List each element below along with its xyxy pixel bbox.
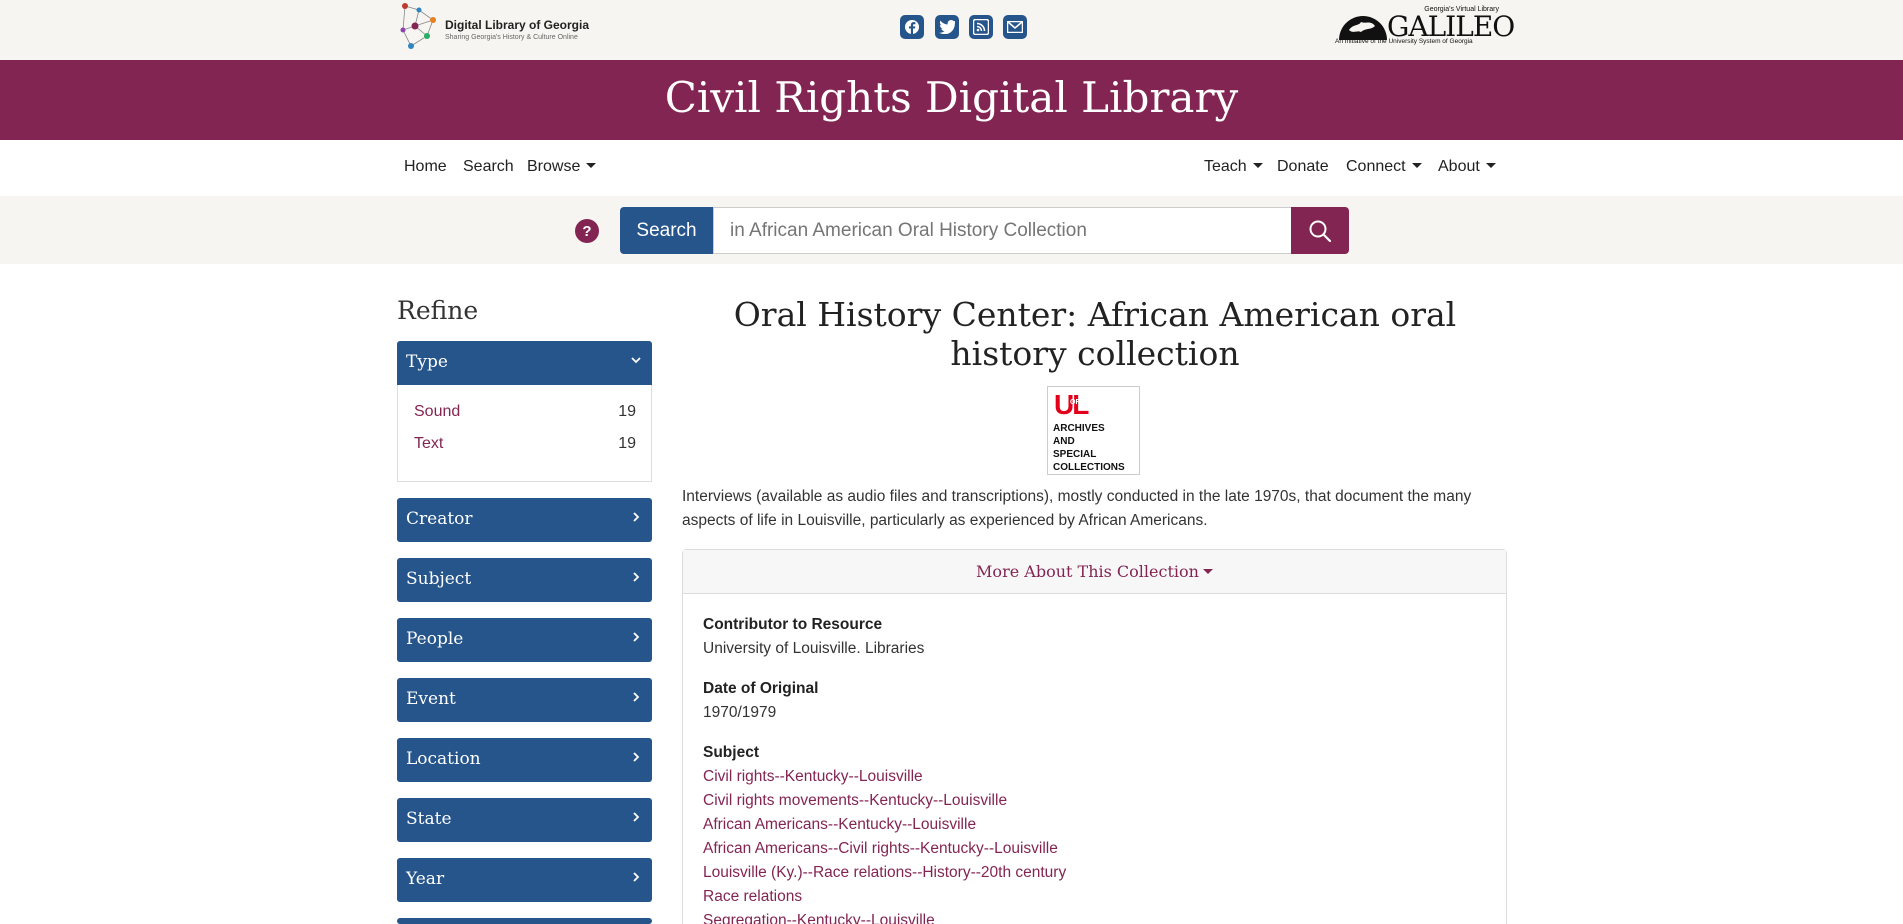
- chevron-down-icon: [631, 357, 641, 364]
- subject-link[interactable]: Louisville (Ky.)--Race relations--Histor…: [703, 864, 1066, 882]
- search-bar: ? Search: [0, 196, 1903, 264]
- site-banner: Civil Rights Digital Library: [0, 60, 1903, 140]
- chevron-right-icon: [633, 872, 640, 882]
- chevron-down-icon: [1202, 569, 1213, 574]
- ul-archives-logo: UL OF ARCHIVES AND SPECIAL COLLECTIONS: [1047, 386, 1140, 475]
- subject-link[interactable]: Segregation--Kentucky--Louisville: [703, 912, 935, 924]
- facet-type[interactable]: Type: [397, 341, 652, 385]
- facet-type-label: Type: [406, 352, 448, 372]
- facet-subject[interactable]: Subject: [397, 558, 652, 602]
- facet-item-count: 19: [618, 403, 636, 420]
- search-button[interactable]: [1291, 207, 1349, 254]
- facet-year[interactable]: Year: [397, 858, 652, 902]
- nav-teach[interactable]: Teach: [1204, 158, 1263, 176]
- nav-about-label: About: [1438, 158, 1480, 175]
- refine-heading: Refine: [397, 296, 479, 325]
- facet-next-partial[interactable]: [397, 918, 652, 924]
- email-icon[interactable]: [1003, 15, 1027, 39]
- nav-home[interactable]: Home: [404, 158, 447, 176]
- facet-item-text: Text 19: [414, 435, 636, 453]
- facebook-icon[interactable]: [900, 15, 924, 39]
- nav-browse[interactable]: Browse: [527, 158, 597, 176]
- facet-type-body: Sound 19 Text 19: [397, 385, 652, 482]
- nav-browse-label: Browse: [527, 158, 581, 175]
- subject-label: Subject: [703, 744, 759, 761]
- dlg-logo[interactable]: Digital Library of Georgia Sharing Georg…: [397, 2, 607, 54]
- chevron-right-icon: [633, 572, 640, 582]
- chevron-down-icon: [1252, 163, 1263, 168]
- site-title[interactable]: Civil Rights Digital Library: [0, 73, 1903, 122]
- nav-connect[interactable]: Connect: [1346, 158, 1422, 176]
- more-about-toggle[interactable]: More About This Collection: [683, 550, 1506, 594]
- facet-people[interactable]: People: [397, 618, 652, 662]
- ul-logo-line: AND: [1053, 436, 1075, 447]
- galileo-logo[interactable]: Georgia's Virtual Library GALILEO An Ini…: [1335, 6, 1515, 50]
- more-about-panel: More About This Collection Contributor t…: [682, 549, 1507, 924]
- search-input[interactable]: [713, 207, 1292, 254]
- subject-link[interactable]: Civil rights--Kentucky--Louisville: [703, 768, 923, 786]
- facet-location[interactable]: Location: [397, 738, 652, 782]
- more-about-label: More About This Collection: [976, 562, 1199, 581]
- nav-search[interactable]: Search: [463, 158, 514, 176]
- facet-state-label: State: [406, 809, 452, 829]
- search-label: Search: [620, 207, 713, 254]
- contributor-value: University of Louisville. Libraries: [703, 640, 925, 657]
- rss-icon[interactable]: [969, 15, 993, 39]
- date-value: 1970/1979: [703, 704, 777, 721]
- ul-logo-line: SPECIAL: [1053, 449, 1097, 460]
- nav-teach-label: Teach: [1204, 158, 1247, 175]
- facet-creator[interactable]: Creator: [397, 498, 652, 542]
- chevron-right-icon: [633, 512, 640, 522]
- chevron-down-icon: [1411, 163, 1422, 168]
- chevron-down-icon: [586, 163, 597, 168]
- dlg-title: Digital Library of Georgia: [445, 18, 590, 32]
- contributor-label: Contributor to Resource: [703, 616, 883, 633]
- subject-link[interactable]: Race relations: [703, 888, 802, 906]
- facet-people-label: People: [406, 629, 464, 649]
- main-nav: Home Search Browse Teach Donate Connect …: [0, 140, 1903, 196]
- facet-event-label: Event: [406, 689, 456, 709]
- ul-logo-text: ARCHIVES AND SPECIAL COLLECTIONS: [1053, 422, 1125, 474]
- top-strip: Digital Library of Georgia Sharing Georg…: [0, 0, 1903, 60]
- facet-item-link[interactable]: Text: [414, 435, 443, 452]
- facet-state[interactable]: State: [397, 798, 652, 842]
- facet-subject-label: Subject: [406, 569, 472, 589]
- subject-link[interactable]: African Americans--Civil rights--Kentuck…: [703, 840, 1058, 858]
- search-icon: [1309, 220, 1332, 242]
- dlg-network-icon: [400, 3, 436, 49]
- dlg-tagline: Sharing Georgia's History & Culture Onli…: [445, 34, 578, 41]
- twitter-icon[interactable]: [935, 15, 959, 39]
- facet-year-label: Year: [406, 869, 445, 889]
- ul-logo-line: COLLECTIONS: [1053, 462, 1125, 473]
- facet-item-sound: Sound 19: [414, 403, 636, 421]
- facet-location-label: Location: [406, 749, 481, 769]
- facet-creator-label: Creator: [406, 509, 473, 529]
- facet-item-count: 19: [618, 435, 636, 452]
- chevron-right-icon: [633, 812, 640, 822]
- collection-description: Interviews (available as audio files and…: [682, 488, 1472, 529]
- galileo-subtitle: An Initiative of the University System o…: [1335, 38, 1473, 45]
- chevron-right-icon: [633, 632, 640, 642]
- chevron-down-icon: [1485, 163, 1496, 168]
- help-icon[interactable]: ?: [575, 219, 599, 243]
- facet-item-link[interactable]: Sound: [414, 403, 460, 420]
- collection-title: Oral History Center: African American or…: [733, 295, 1457, 373]
- ul-logo-mark-small: OF: [1070, 399, 1080, 406]
- nav-donate[interactable]: Donate: [1277, 158, 1329, 176]
- subject-link[interactable]: Civil rights movements--Kentucky--Louisv…: [703, 792, 1007, 810]
- facet-event[interactable]: Event: [397, 678, 652, 722]
- chevron-right-icon: [633, 752, 640, 762]
- date-label: Date of Original: [703, 680, 819, 697]
- ul-logo-line: ARCHIVES: [1053, 423, 1105, 434]
- subject-link[interactable]: African Americans--Kentucky--Louisville: [703, 816, 976, 834]
- chevron-right-icon: [633, 692, 640, 702]
- nav-about[interactable]: About: [1438, 158, 1496, 176]
- nav-connect-label: Connect: [1346, 158, 1406, 175]
